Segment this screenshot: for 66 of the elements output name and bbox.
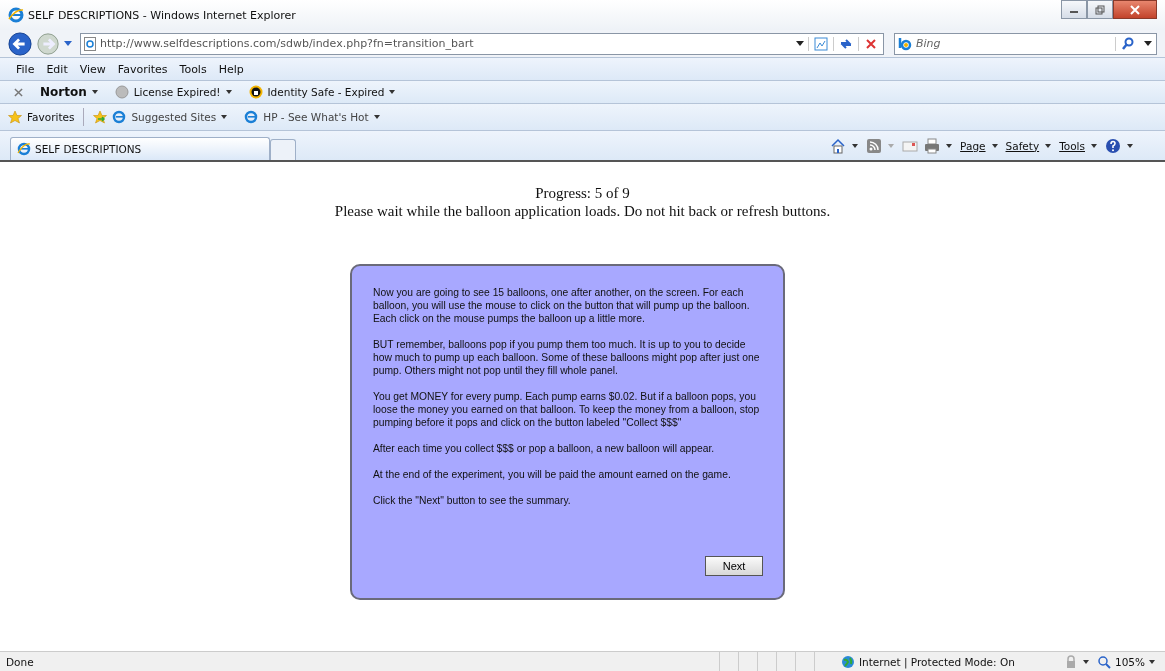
command-menu[interactable]: Safety <box>1005 139 1040 152</box>
security-zone[interactable]: Internet | Protected Mode: On <box>858 655 1059 668</box>
home-icon[interactable] <box>830 137 847 154</box>
add-favorite-icon[interactable] <box>93 110 108 124</box>
toolbar-menu[interactable]: Identity Safe - Expired <box>267 86 385 98</box>
status-text: Done <box>6 655 34 668</box>
caret-icon[interactable] <box>225 90 232 94</box>
restore-button[interactable] <box>1087 0 1113 19</box>
instruction-paragraph: BUT remember, balloons pop if you pump them too much. It is up to you to decide how much to pump up each balloon. Some of these balloons might pop after just one pump. Others might not pop until they fill whole panel. <box>373 338 761 377</box>
menu-item[interactable]: View <box>79 62 106 76</box>
menu-item[interactable]: Favorites <box>117 62 168 76</box>
address-field[interactable]: http://www.selfdescriptions.com/sdwb/index.php?fn=transition_bart <box>80 32 884 55</box>
menu-item[interactable]: File <box>16 62 35 76</box>
next-button[interactable]: Next <box>705 556 763 576</box>
back-icon[interactable] <box>8 31 32 56</box>
close-button[interactable] <box>1113 0 1157 19</box>
dropdown-icon[interactable] <box>1144 41 1152 46</box>
menu-item[interactable]: Edit <box>46 62 68 76</box>
browser-tab[interactable]: SELF DESCRIPTIONS <box>10 137 270 160</box>
browser-logo-icon <box>17 142 31 156</box>
caret-icon[interactable] <box>389 90 396 94</box>
browser-logo-icon <box>8 7 24 23</box>
minimize-button[interactable] <box>1061 0 1087 19</box>
window-title: SELF DESCRIPTIONS - Windows Internet Explorer <box>28 8 296 22</box>
instruction-paragraph: Now you are going to see 15 balloons, one after another, on the screen. For each balloon, you will use the mouse to click on the button that will pump up the balloon. Each click on the mouse pumps the balloon up a little more. <box>373 286 751 325</box>
page-icon <box>84 36 96 51</box>
globe-icon <box>840 654 855 669</box>
menu-item[interactable]: Tools <box>179 62 207 76</box>
zoom-menu[interactable]: 105% <box>1114 655 1145 668</box>
caret-icon[interactable] <box>1082 659 1089 664</box>
notice-text: Please wait while the balloon application loads. Do not hit back or refresh buttons. <box>334 202 831 220</box>
search-field[interactable]: Bing <box>894 32 1157 55</box>
print-icon[interactable] <box>924 137 941 154</box>
favorites-button[interactable]: Favorites <box>27 111 75 123</box>
toolbar-menu[interactable]: License Expired! <box>133 86 221 98</box>
caret-icon[interactable] <box>852 143 859 148</box>
caret-icon[interactable] <box>1127 143 1133 148</box>
caret-icon[interactable] <box>1045 143 1052 148</box>
search-engine-icon <box>898 36 912 51</box>
feed-icon[interactable] <box>866 137 883 154</box>
zoom-icon <box>1096 654 1111 669</box>
caret-icon[interactable] <box>946 143 953 148</box>
instruction-paragraph: After each time you collect $$$ or pop a balloon, a new balloon will appear. <box>373 442 716 455</box>
menu-item[interactable]: Help <box>218 62 244 76</box>
norton-menu[interactable]: Norton <box>40 85 87 99</box>
star-icon[interactable] <box>8 110 22 124</box>
instruction-paragraph: You get MONEY for every pump. Each pump earns $0.02. But if a balloon pops, you loose the money you earned on that balloon. To keep the money from a balloon, stop pumping before it pops and click on the button labeled "Collect $$$" <box>373 390 761 429</box>
dropdown-icon[interactable] <box>796 41 804 46</box>
favorites-link[interactable]: HP - See What's Hot <box>263 111 369 123</box>
close-icon[interactable] <box>14 87 23 97</box>
caret-icon[interactable] <box>1149 659 1155 664</box>
caret-icon[interactable] <box>991 143 998 148</box>
caret-icon[interactable] <box>1091 143 1097 148</box>
caret-icon[interactable] <box>221 115 228 119</box>
browser-logo-icon <box>244 110 259 124</box>
close-icon <box>1129 4 1141 15</box>
restore-icon <box>1095 4 1105 15</box>
instruction-paragraph: At the end of the experiment, you will be paid the amount earned on the game. <box>373 468 732 481</box>
caret-icon[interactable] <box>373 115 380 119</box>
instruction-paragraph: Click the "Next" button to see the summary. <box>373 494 572 507</box>
favorites-link[interactable]: Suggested Sites <box>131 111 217 123</box>
browser-logo-icon <box>112 110 127 124</box>
caret-icon[interactable] <box>91 90 98 94</box>
progress-text: Progress: 5 of 9 <box>535 184 630 202</box>
command-menu[interactable]: Tools <box>1059 139 1085 152</box>
command-menu[interactable]: Page <box>960 139 986 152</box>
